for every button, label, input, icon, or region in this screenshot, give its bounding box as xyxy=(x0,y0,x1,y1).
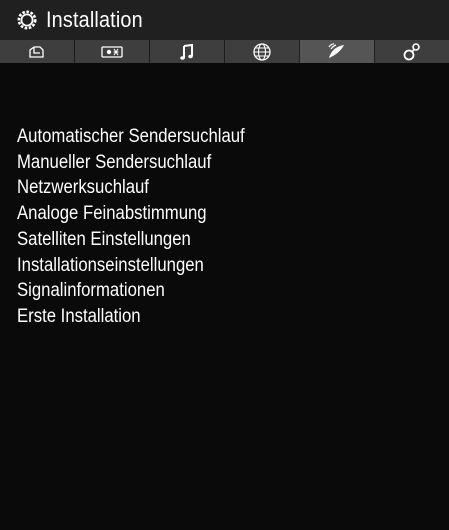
music-note-icon xyxy=(180,43,193,60)
gear-icon xyxy=(16,9,38,31)
menu-item-auto-scan[interactable]: Automatischer Sendersuchlauf xyxy=(17,124,245,150)
tab-network[interactable] xyxy=(225,40,300,63)
installation-menu: Automatischer Sendersuchlauf Manueller S… xyxy=(17,124,276,330)
tab-sound[interactable] xyxy=(150,40,225,63)
tab-display[interactable] xyxy=(75,40,150,63)
satellite-dish-icon xyxy=(328,42,344,58)
menu-item-signal-info[interactable]: Signalinformationen xyxy=(17,278,245,304)
menu-item-first-installation[interactable]: Erste Installation xyxy=(17,304,245,330)
menu-item-analog-fine-tune[interactable]: Analoge Feinabstimmung xyxy=(17,201,245,227)
menu-item-network-scan[interactable]: Netzwerksuchlauf xyxy=(17,175,245,201)
display-settings-icon xyxy=(101,45,123,58)
globe-icon xyxy=(253,42,271,61)
tab-installation[interactable] xyxy=(300,40,375,63)
page-title: Installation xyxy=(46,7,143,32)
picture-icon xyxy=(29,45,44,58)
menu-item-installation-settings[interactable]: Installationseinstellungen xyxy=(17,253,245,279)
settings-icon xyxy=(403,42,420,60)
category-tabs xyxy=(0,40,449,63)
menu-item-manual-scan[interactable]: Manueller Sendersuchlauf xyxy=(17,150,245,176)
tab-settings[interactable] xyxy=(375,40,449,63)
tab-picture[interactable] xyxy=(0,40,75,63)
menu-header: Installation xyxy=(0,0,449,40)
installation-screen: Installation Automatischer Sendersuchlau… xyxy=(0,0,449,530)
menu-item-satellite-settings[interactable]: Satelliten Einstellungen xyxy=(17,227,245,253)
